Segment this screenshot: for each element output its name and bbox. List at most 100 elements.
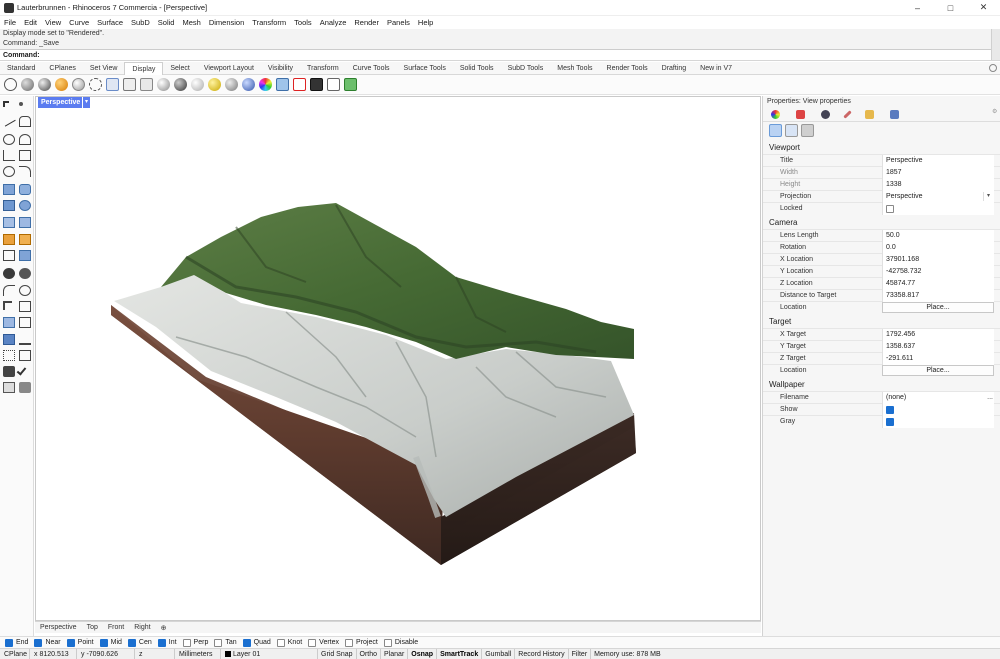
xray-sphere-icon[interactable]	[72, 78, 85, 91]
group-icon[interactable]	[3, 334, 15, 345]
minimize-button[interactable]: –	[901, 0, 934, 16]
title-field[interactable]: Perspective	[882, 154, 994, 167]
locked-checkbox[interactable]	[886, 204, 894, 213]
rotate-icon[interactable]	[3, 285, 15, 296]
text-icon[interactable]	[3, 301, 12, 310]
tab-standard[interactable]: Standard	[0, 62, 42, 75]
y-target-field[interactable]: 1358.637	[882, 340, 994, 353]
menu-panels[interactable]: Panels	[383, 18, 414, 27]
gray-checkbox[interactable]	[886, 417, 894, 426]
image-icon[interactable]	[890, 110, 899, 119]
block-icon[interactable]	[3, 366, 15, 377]
status-units[interactable]: Millimeters	[175, 648, 221, 659]
tab-curve-tools[interactable]: Curve Tools	[346, 62, 397, 75]
rectangle-icon[interactable]	[19, 150, 31, 161]
osnap-int[interactable]: Int	[157, 638, 177, 647]
tab-new-in-v7[interactable]: New in V7	[693, 62, 739, 75]
menu-edit[interactable]: Edit	[20, 18, 41, 27]
hide-icon[interactable]	[293, 78, 306, 91]
osnap-end[interactable]: End	[5, 638, 28, 647]
osnap-disable-checkbox[interactable]	[383, 638, 392, 647]
menu-analyze[interactable]: Analyze	[316, 18, 351, 27]
tab-mesh-tools[interactable]: Mesh Tools	[550, 62, 599, 75]
tab-drafting[interactable]: Drafting	[655, 62, 694, 75]
dimension-icon[interactable]	[19, 334, 31, 345]
z-target-field[interactable]: -291.611	[882, 352, 994, 365]
layer-properties-icon[interactable]	[796, 110, 805, 119]
circle-icon[interactable]	[3, 134, 15, 145]
cube-color-icon[interactable]	[344, 78, 357, 91]
osnap-project-checkbox[interactable]	[345, 638, 354, 647]
camera-icon[interactable]	[769, 124, 782, 137]
material-icon[interactable]	[821, 110, 830, 119]
osnap-point[interactable]: Point	[66, 638, 94, 647]
status-osnap[interactable]: Osnap	[408, 648, 438, 659]
sphere-icon[interactable]	[19, 200, 31, 211]
status-gumball[interactable]: Gumball	[482, 648, 516, 659]
y-location-field[interactable]: -42758.732	[882, 265, 994, 278]
viewport-tab-front[interactable]: Front	[103, 624, 129, 631]
surface-icon[interactable]	[3, 184, 15, 195]
camera-place-button[interactable]: Place...	[882, 302, 994, 313]
target-icon[interactable]	[785, 124, 798, 137]
viewport-tab-right[interactable]: Right	[129, 624, 155, 631]
command-prompt-input[interactable]: Command:	[0, 49, 1000, 60]
add-viewport-icon[interactable]: ⊕	[156, 624, 172, 632]
osnap-point-checkbox[interactable]	[66, 638, 75, 647]
tab-visibility[interactable]: Visibility	[261, 62, 300, 75]
tab-subd-tools[interactable]: SubD Tools	[501, 62, 551, 75]
lens-length-field[interactable]: 50.0	[882, 229, 994, 242]
osnap-vertex-checkbox[interactable]	[308, 638, 317, 647]
array-icon[interactable]	[3, 317, 15, 328]
ellipse-icon[interactable]	[3, 166, 15, 177]
loft-icon[interactable]	[19, 184, 31, 195]
osnap-mid[interactable]: Mid	[99, 638, 122, 647]
technical-sphere-icon[interactable]	[89, 78, 102, 91]
view-properties-icon[interactable]	[771, 110, 780, 119]
status-planar[interactable]: Planar	[381, 648, 409, 659]
mirror-icon[interactable]	[19, 317, 31, 328]
orient-icon[interactable]	[19, 285, 31, 296]
osnap-perp-checkbox[interactable]	[182, 638, 191, 647]
status-grid-snap[interactable]: Grid Snap	[318, 648, 357, 659]
browse-button[interactable]: ...	[987, 392, 993, 404]
color-icon[interactable]	[259, 78, 272, 91]
osnap-knot[interactable]: Knot	[276, 638, 302, 647]
fillet-curve-icon[interactable]	[19, 166, 31, 177]
osnap-mid-checkbox[interactable]	[99, 638, 108, 647]
menu-solid[interactable]: Solid	[154, 18, 179, 27]
menu-mesh[interactable]: Mesh	[178, 18, 204, 27]
arc-icon[interactable]	[19, 134, 31, 145]
viewport-tab-perspective[interactable]: Perspective	[35, 624, 82, 631]
x-target-field[interactable]: 1792.456	[882, 328, 994, 341]
tab-transform[interactable]: Transform	[300, 62, 346, 75]
folder-icon[interactable]	[865, 110, 874, 119]
menu-file[interactable]: File	[0, 18, 20, 27]
trim-icon[interactable]	[3, 250, 15, 261]
view-capture-icon[interactable]	[276, 78, 289, 91]
tab-solid-tools[interactable]: Solid Tools	[453, 62, 501, 75]
status-filter[interactable]: Filter	[569, 648, 592, 659]
tab-viewport-layout[interactable]: Viewport Layout	[197, 62, 261, 75]
monochrome-icon[interactable]	[140, 78, 153, 91]
osnap-perp[interactable]: Perp	[182, 638, 208, 647]
cube-outline-icon[interactable]	[327, 78, 340, 91]
polyline-icon[interactable]	[2, 115, 16, 127]
artistic-icon[interactable]	[106, 78, 119, 91]
join-icon[interactable]	[19, 234, 31, 245]
tab-render-tools[interactable]: Render Tools	[600, 62, 655, 75]
status-cplane[interactable]: CPlane	[0, 648, 30, 659]
menu-surface[interactable]: Surface	[93, 18, 127, 27]
rendered-sphere-icon[interactable]	[38, 78, 51, 91]
status-ortho[interactable]: Ortho	[357, 648, 382, 659]
pen-mode-icon[interactable]	[123, 78, 136, 91]
menu-help[interactable]: Help	[414, 18, 437, 27]
arctic-icon[interactable]	[157, 78, 170, 91]
scale-icon[interactable]	[19, 301, 31, 312]
osnap-tan-checkbox[interactable]	[214, 638, 223, 647]
panel-settings-icon[interactable]: ⚙	[992, 108, 1000, 117]
width-field[interactable]: 1857	[882, 166, 994, 179]
status-record-history[interactable]: Record History	[515, 648, 569, 659]
point-icon[interactable]	[19, 102, 23, 106]
shaded-sphere-icon[interactable]	[21, 78, 34, 91]
